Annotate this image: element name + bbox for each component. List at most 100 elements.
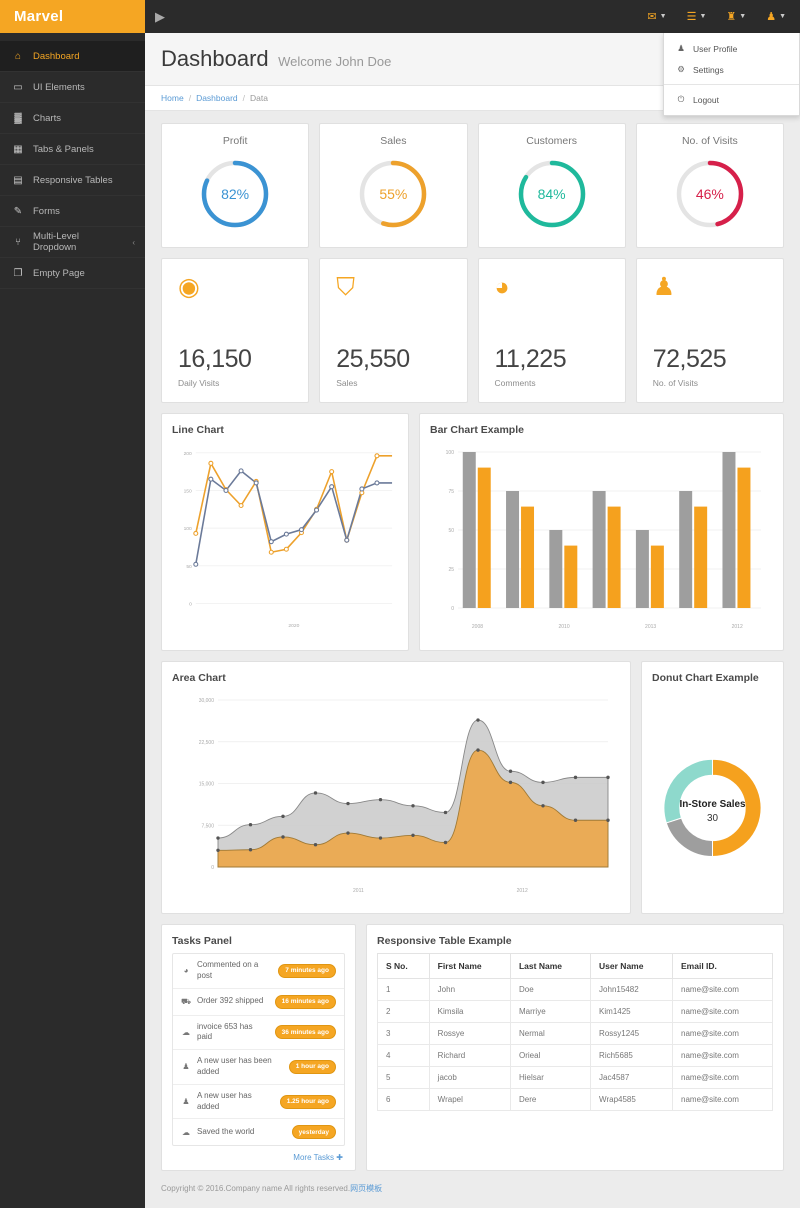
sidebar-item-charts[interactable]: ▓ Charts (0, 103, 145, 134)
task-item[interactable]: ♟ A new user has added 1.25 hour ago (173, 1085, 344, 1120)
breadcrumb-item-dashboard[interactable]: Dashboard (196, 93, 238, 103)
stat-label: Sales (336, 378, 358, 388)
footer: Copyright © 2016.Company name All rights… (145, 1171, 800, 1208)
bar-chart-canvas: 0 25 50 75 100 2008 2010 2013 2012 (430, 442, 773, 642)
chevron-left-icon: ‹ (132, 237, 135, 247)
table-header-row: S No. First Name Last Name User Name Email I… (377, 953, 773, 979)
gauge-ring: 46% (673, 157, 747, 231)
gauge-card-customers: Customers 84% (477, 123, 626, 248)
svg-text:2008: 2008 (472, 624, 483, 630)
home-icon: ⌂ (14, 50, 22, 62)
table-cell: 2 (377, 1000, 430, 1023)
user-icon: ♟ (677, 43, 685, 53)
sidebar-item-multi-level-dropdown[interactable]: ⑂ Multi-Level Dropdown ‹ (0, 227, 145, 258)
more-tasks-link[interactable]: More Tasks ✚ (172, 1146, 345, 1162)
table-cell: John15482 (590, 978, 673, 1001)
table-cell: Kimsila (428, 1000, 511, 1023)
table-cell: Hielsar (509, 1066, 592, 1089)
chevron-down-icon: ▼ (659, 13, 667, 20)
main-region: ▶ ✉ ▼ ☰ ▼ ♜ ▼ ♟ ▼ ♟ User Profile ⚙ Settings ⏻ Logout… (145, 0, 800, 1208)
sidebar-item-tabs-panels[interactable]: ▦ Tabs & Panels (0, 134, 145, 165)
svg-text:15,000: 15,000 (199, 782, 215, 788)
bar-chart-card: Bar Chart Example 0 25 50 75 100 2008 2010 2013… (419, 413, 784, 651)
truck-icon: ⛟ (181, 996, 192, 1006)
charts-row-1: Line Chart 0 50 100 150 200 2020 Bar Chart Ex… (161, 413, 784, 651)
table-row: 6 Wrapel Dere Wrap4585 name@site.com (377, 1088, 773, 1111)
svg-text:150: 150 (184, 488, 192, 494)
breadcrumb-item-home[interactable]: Home (161, 93, 184, 103)
gauge-title: Sales (380, 135, 407, 147)
bottom-row: Tasks Panel ◕ Commented on a post 7 minute… (161, 924, 784, 1171)
dropdown-item-label: Settings (693, 64, 724, 75)
stat-label: Daily Visits (178, 378, 220, 388)
task-item[interactable]: ⛟ Order 392 shipped 16 minutes ago (173, 989, 344, 1016)
sidebar-item-forms[interactable]: ✎ Forms (0, 196, 145, 227)
topnav-user[interactable]: ♟ ▼ (766, 10, 786, 23)
sidebar-item-label: UI Elements (33, 81, 85, 93)
topbar-nav: ✉ ▼ ☰ ▼ ♜ ▼ ♟ ▼ (647, 10, 792, 23)
table-cell: 1 (377, 978, 430, 1001)
svg-text:0: 0 (451, 606, 454, 612)
gauge-value: 82% (221, 186, 250, 202)
svg-text:2012: 2012 (732, 624, 743, 630)
sidebar-item-ui-elements[interactable]: ▭ UI Elements (0, 72, 145, 103)
sidebar-item-responsive-tables[interactable]: ▤ Responsive Tables (0, 165, 145, 196)
svg-text:2012: 2012 (517, 888, 528, 894)
cloud-icon: ☁ (182, 1027, 190, 1037)
table-cell: 4 (377, 1044, 430, 1067)
sidebar-item-empty-page[interactable]: ❐ Empty Page (0, 258, 145, 289)
chevron-down-icon: ▼ (739, 13, 747, 20)
svg-text:50: 50 (186, 564, 192, 570)
dropdown-item-user-profile[interactable]: ♟ User Profile (664, 38, 799, 59)
dropdown-item-logout[interactable]: ⏻ Logout (664, 89, 799, 110)
gauge-value: 55% (379, 186, 408, 202)
stat-number: 11,225 (494, 345, 567, 373)
table-cell: Wrap4585 (590, 1088, 673, 1111)
sidebar-toggle-icon[interactable]: ▶ (155, 9, 165, 25)
cart-icon: ⛉ (336, 273, 356, 301)
brand-logo[interactable]: Marvel (0, 0, 145, 33)
footer-text: Copyright © 2016.Company name All rights… (161, 1184, 351, 1193)
gauge-value: 46% (695, 186, 724, 202)
topnav-tasks[interactable]: ☰ ▼ (687, 10, 707, 23)
task-item[interactable]: ◕ Commented on a post 7 minutes ago (173, 954, 344, 989)
gauge-title: No. of Visits (681, 135, 738, 147)
sidebar-item-dashboard[interactable]: ⌂ Dashboard (0, 41, 145, 72)
charts-row-2: Area Chart 0 7,500 15,000 22,500 30,000 2011 2… (161, 661, 784, 914)
sidebar-item-label: Empty Page (33, 267, 85, 279)
table-cell: Richard (428, 1044, 511, 1067)
table-cell: Doe (509, 978, 592, 1001)
users-table: S No. First Name Last Name User Name Email I… (377, 953, 773, 1111)
task-item[interactable]: ♟ A new user has been added 1 hour ago (173, 1050, 344, 1085)
topnav-alerts[interactable]: ♜ ▼ (726, 10, 746, 23)
task-item[interactable]: ☁ invoice 653 has paid 36 minutes ago (173, 1016, 344, 1051)
area-chart-card: Area Chart 0 7,500 15,000 22,500 30,000 2011 2… (161, 661, 631, 914)
topnav-messages[interactable]: ✉ ▼ (647, 10, 666, 23)
dropdown-item-settings[interactable]: ⚙ Settings (664, 59, 799, 80)
table-cell: Rich5685 (590, 1044, 673, 1067)
task-text: invoice 653 has paid (197, 1021, 253, 1042)
table-icon: ▤ (13, 174, 23, 186)
donut-chart-title: Donut Chart Example (652, 672, 759, 684)
table-cell: Orieal (509, 1044, 592, 1067)
sidebar-item-label: Multi-Level Dropdown (33, 231, 79, 253)
table-cell: 5 (377, 1066, 430, 1089)
more-tasks-label: More Tasks (293, 1153, 335, 1163)
sidebar-item-label: Forms (33, 205, 60, 217)
content-area: Profit 82% Sales 55% Customers 84% No. of Visi… (145, 111, 800, 1171)
footer-cn-text[interactable]: 网页模板 (350, 1184, 382, 1193)
task-time-badge: 36 minutes ago (274, 1025, 336, 1040)
tasks-icon: ☰ (686, 11, 697, 23)
users-icon: ♟ (652, 273, 676, 301)
sidebar-item-label: Responsive Tables (33, 174, 113, 186)
user-icon: ♟ (182, 1062, 190, 1072)
svg-text:In-Store Sales: In-Store Sales (679, 799, 746, 810)
task-item[interactable]: ☁ Saved the world yesterday (173, 1119, 344, 1145)
table-cell: jacob (428, 1066, 511, 1089)
grid-icon: ▦ (13, 143, 23, 155)
stat-label: Comments (494, 378, 536, 388)
table-cell: 3 (377, 1022, 430, 1045)
table-cell: Jac4587 (590, 1066, 673, 1089)
gauge-card-profit: Profit 82% (161, 123, 310, 248)
area-chart-title: Area Chart (172, 672, 226, 684)
